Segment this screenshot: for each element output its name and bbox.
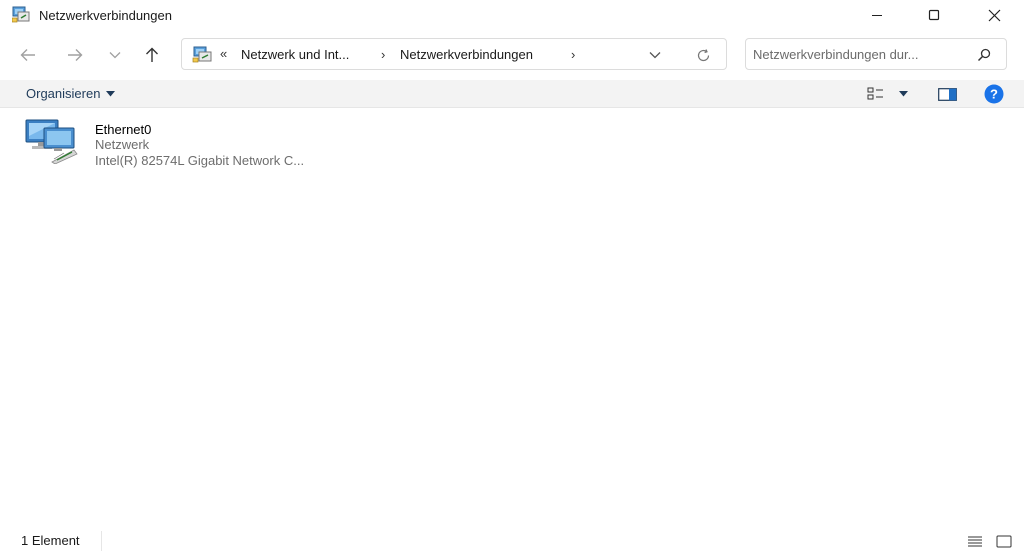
caret-down-icon xyxy=(898,91,908,97)
search-button[interactable] xyxy=(975,46,993,64)
chevron-down-icon xyxy=(649,52,661,59)
refresh-button[interactable] xyxy=(692,45,714,65)
arrow-left-icon xyxy=(20,49,35,61)
details-view-button[interactable] xyxy=(965,532,985,550)
item-name: Ethernet0 xyxy=(95,122,152,137)
organize-label: Organisieren xyxy=(26,86,101,101)
up-button[interactable] xyxy=(138,42,166,68)
arrow-right-icon xyxy=(68,49,83,61)
search-input[interactable] xyxy=(753,45,968,63)
details-view-icon xyxy=(968,536,982,547)
arrow-up-icon xyxy=(146,47,158,62)
window-title: Netzwerkverbindungen xyxy=(39,8,172,23)
navigation-bar: « Netzwerk und Int... › Netzwerkverbindu… xyxy=(0,30,1024,80)
change-view-button[interactable] xyxy=(866,84,886,104)
help-icon: ? xyxy=(984,84,1004,104)
status-divider xyxy=(101,531,102,551)
address-dropdown-button[interactable] xyxy=(645,45,665,65)
maximize-button[interactable] xyxy=(911,0,957,30)
large-icons-view-button[interactable] xyxy=(994,532,1014,550)
close-button[interactable] xyxy=(971,0,1017,30)
title-bar: Netzwerkverbindungen xyxy=(0,0,1024,30)
item-device: Intel(R) 82574L Gigabit Network C... xyxy=(95,153,305,168)
file-list: Ethernet0 Netzwerk Intel(R) 82574L Gigab… xyxy=(0,108,1024,529)
search-box[interactable] xyxy=(745,38,1007,70)
organize-button[interactable]: Organisieren xyxy=(26,86,116,101)
breadcrumb-overflow[interactable]: « xyxy=(220,46,227,61)
network-connections-icon xyxy=(12,6,30,23)
list-item-ethernet0[interactable]: Ethernet0 Netzwerk Intel(R) 82574L Gigab… xyxy=(22,114,352,168)
item-count: 1 Element xyxy=(21,533,80,548)
maximize-icon xyxy=(928,9,940,21)
minimize-button[interactable] xyxy=(854,0,900,30)
status-bar: 1 Element xyxy=(0,529,1024,553)
breadcrumb-separator[interactable]: › xyxy=(381,47,385,62)
ethernet-adapter-icon xyxy=(25,119,78,164)
preview-pane-icon xyxy=(937,87,957,101)
breadcrumb-separator[interactable]: › xyxy=(571,47,575,62)
close-icon xyxy=(988,9,1000,21)
chevron-down-icon xyxy=(109,52,121,59)
breadcrumb-network-internet[interactable]: Netzwerk und Int... xyxy=(241,47,349,62)
command-bar: Organisieren ? xyxy=(0,80,1024,108)
recent-locations-button[interactable] xyxy=(101,42,129,68)
back-button[interactable] xyxy=(14,42,42,68)
caret-down-icon xyxy=(106,90,116,96)
preview-pane-button[interactable] xyxy=(936,84,958,104)
address-bar[interactable]: « Netzwerk und Int... › Netzwerkverbindu… xyxy=(181,38,727,70)
view-options-icon xyxy=(867,87,883,100)
network-connections-icon xyxy=(192,46,212,63)
view-options-dropdown[interactable] xyxy=(895,84,911,104)
item-status: Netzwerk xyxy=(95,137,150,152)
minimize-icon xyxy=(872,15,882,16)
search-icon xyxy=(977,48,991,62)
large-icons-view-icon xyxy=(996,535,1012,547)
forward-button[interactable] xyxy=(61,42,89,68)
help-glyph: ? xyxy=(990,87,998,102)
breadcrumb-network-connections[interactable]: Netzwerkverbindungen xyxy=(400,47,533,62)
help-button[interactable]: ? xyxy=(983,84,1005,104)
refresh-icon xyxy=(697,48,709,61)
